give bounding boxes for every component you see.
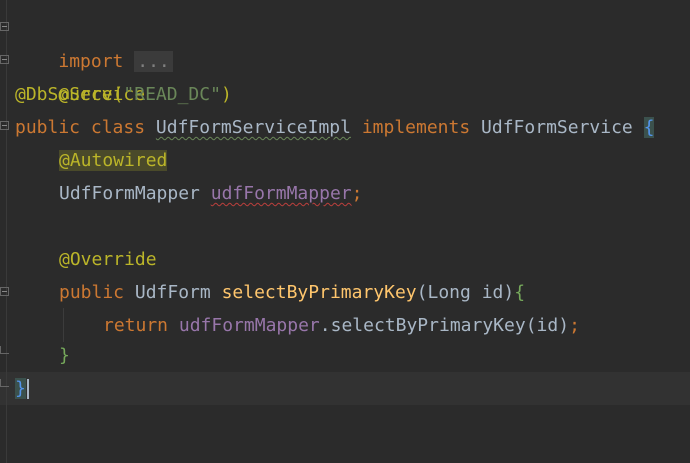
paren-open: (	[112, 84, 124, 105]
keyword-return: return	[103, 315, 169, 336]
paren-close: )	[220, 84, 232, 105]
class-close-brace: }	[15, 378, 26, 399]
code-line-method-close[interactable]: }	[59, 339, 70, 372]
current-line-highlight	[0, 372, 690, 405]
fold-toggle-icon[interactable]	[0, 121, 9, 130]
keyword-class: class	[90, 117, 146, 138]
code-line-class-declaration[interactable]: public class UdfFormServiceImpl implemen…	[15, 111, 655, 144]
code-line-return-statement[interactable]: return udfFormMapper.selectByPrimaryKey(…	[103, 309, 580, 342]
method-name: selectByPrimaryKey	[221, 282, 417, 303]
paren-open: (	[525, 315, 537, 336]
code-line-override[interactable]: @Override	[59, 243, 157, 276]
paren-close: )	[558, 315, 570, 336]
semicolon: ;	[569, 315, 580, 336]
semicolon: ;	[351, 183, 363, 204]
annotation-override: @Override	[59, 249, 157, 270]
argument: id	[536, 315, 559, 336]
code-editor[interactable]: import ... @Service @DbSource("READ_DC")…	[0, 0, 690, 463]
fold-toggle-icon[interactable]	[0, 287, 9, 296]
text-caret	[26, 379, 29, 399]
code-line-dbsource-annotation[interactable]: @DbSource("READ_DC")	[15, 78, 232, 111]
code-line-import[interactable]: import ...	[15, 12, 173, 72]
paren-open: (	[416, 282, 428, 303]
paren-close: )	[503, 282, 515, 303]
fold-toggle-icon[interactable]	[0, 22, 9, 31]
code-line-service-annotation[interactable]: @Service	[15, 45, 145, 105]
annotation-dbsource: @DbSource	[15, 84, 113, 105]
fold-end-icon[interactable]	[0, 346, 9, 354]
method-open-brace: {	[514, 282, 526, 303]
code-line-autowired[interactable]: @Autowired	[59, 144, 168, 177]
field-type: UdfFormMapper	[59, 183, 200, 204]
keyword-public: public	[59, 282, 125, 303]
param-name: id	[481, 282, 504, 303]
field-reference: udfFormMapper	[178, 315, 320, 336]
keyword-public: public	[15, 117, 81, 138]
class-open-brace: {	[643, 117, 655, 138]
fold-toggle-icon[interactable]	[0, 55, 9, 64]
indent-guide	[63, 308, 64, 342]
fold-end-icon[interactable]	[0, 379, 9, 387]
annotation-autowired: @Autowired	[59, 150, 168, 171]
method-call: selectByPrimaryKey	[330, 315, 526, 336]
code-line-class-close[interactable]: }	[15, 372, 29, 405]
code-line-method-signature[interactable]: public UdfForm selectByPrimaryKey(Long i…	[59, 276, 525, 309]
dot: .	[319, 315, 331, 336]
return-type: UdfForm	[134, 282, 211, 303]
method-close-brace: }	[59, 345, 70, 366]
class-name: UdfFormServiceImpl	[155, 117, 351, 138]
keyword-implements: implements	[361, 117, 471, 138]
param-type: Long	[427, 282, 471, 303]
gutter	[6, 0, 7, 463]
code-line-field-declaration[interactable]: UdfFormMapper udfFormMapper;	[59, 177, 362, 210]
string-read-dc: "READ_DC"	[123, 84, 221, 105]
interface-name: UdfFormService	[481, 117, 633, 138]
field-name: udfFormMapper	[210, 183, 352, 204]
